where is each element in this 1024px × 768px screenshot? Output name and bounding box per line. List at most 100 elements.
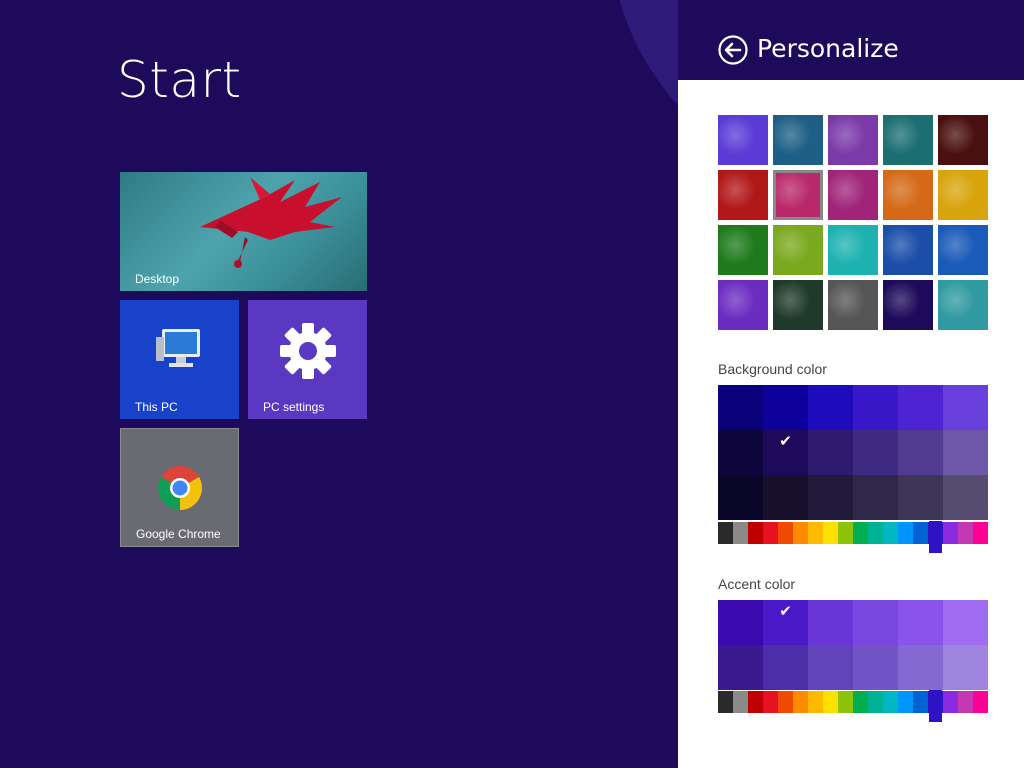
background-color-label: Background color bbox=[718, 361, 827, 377]
background-color-swatch[interactable] bbox=[943, 430, 988, 475]
background-color-swatch[interactable] bbox=[808, 385, 853, 430]
hue-segment[interactable] bbox=[838, 522, 853, 544]
hue-segment[interactable] bbox=[898, 691, 913, 713]
background-pattern-swatch[interactable] bbox=[883, 170, 933, 220]
background-pattern-swatch[interactable] bbox=[938, 280, 988, 330]
accent-color-swatch[interactable] bbox=[853, 600, 898, 645]
slider-thumb[interactable] bbox=[929, 690, 942, 722]
back-arrow-icon[interactable] bbox=[718, 35, 748, 65]
background-color-grid: ✔ bbox=[718, 385, 988, 520]
background-pattern-swatch[interactable] bbox=[718, 170, 768, 220]
background-pattern-swatch[interactable] bbox=[828, 280, 878, 330]
hue-segment[interactable] bbox=[868, 522, 883, 544]
background-pattern-swatch[interactable] bbox=[828, 115, 878, 165]
chrome-icon bbox=[158, 466, 202, 510]
accent-color-swatch[interactable] bbox=[898, 645, 943, 690]
hue-segment[interactable] bbox=[793, 691, 808, 713]
background-pattern-swatch[interactable] bbox=[773, 280, 823, 330]
background-color-swatch[interactable] bbox=[898, 430, 943, 475]
background-color-swatch[interactable] bbox=[718, 385, 763, 430]
hue-segment[interactable] bbox=[733, 522, 748, 544]
hue-segment[interactable] bbox=[868, 691, 883, 713]
hue-segment[interactable] bbox=[838, 691, 853, 713]
hue-segment[interactable] bbox=[943, 691, 958, 713]
hue-segment[interactable] bbox=[853, 522, 868, 544]
background-pattern-swatch[interactable] bbox=[773, 170, 823, 220]
hue-segment[interactable] bbox=[748, 522, 763, 544]
background-pattern-swatch[interactable] bbox=[718, 115, 768, 165]
hue-segment[interactable] bbox=[778, 691, 793, 713]
hue-segment[interactable] bbox=[883, 691, 898, 713]
background-color-slider[interactable] bbox=[718, 521, 988, 553]
accent-color-label: Accent color bbox=[718, 576, 796, 592]
this-pc-tile[interactable]: This PC bbox=[120, 300, 239, 419]
accent-color-swatch[interactable] bbox=[943, 600, 988, 645]
hue-segment[interactable] bbox=[853, 691, 868, 713]
accent-color-swatch[interactable] bbox=[763, 645, 808, 690]
background-color-swatch[interactable] bbox=[853, 475, 898, 520]
background-pattern-swatch[interactable] bbox=[883, 225, 933, 275]
background-color-swatch[interactable] bbox=[763, 475, 808, 520]
hue-segment[interactable] bbox=[733, 691, 748, 713]
background-color-swatch[interactable] bbox=[763, 430, 808, 475]
hue-segment[interactable] bbox=[973, 691, 988, 713]
accent-color-slider[interactable] bbox=[718, 690, 988, 722]
accent-color-swatch[interactable] bbox=[763, 600, 808, 645]
hue-segment[interactable] bbox=[958, 522, 973, 544]
hue-segment[interactable] bbox=[973, 522, 988, 544]
hue-segment[interactable] bbox=[898, 522, 913, 544]
hue-segment[interactable] bbox=[823, 522, 838, 544]
accent-color-swatch[interactable] bbox=[718, 645, 763, 690]
background-pattern-swatch[interactable] bbox=[938, 225, 988, 275]
accent-color-swatch[interactable] bbox=[898, 600, 943, 645]
pc-settings-tile[interactable]: PC settings bbox=[248, 300, 367, 419]
hue-segment[interactable] bbox=[943, 522, 958, 544]
hue-segment[interactable] bbox=[778, 522, 793, 544]
background-pattern-swatch[interactable] bbox=[828, 170, 878, 220]
background-decoration bbox=[610, 0, 678, 190]
background-color-swatch[interactable] bbox=[943, 385, 988, 430]
background-pattern-swatch[interactable] bbox=[828, 225, 878, 275]
panel-title: Personalize bbox=[757, 34, 899, 63]
google-chrome-tile[interactable]: Google Chrome bbox=[120, 428, 239, 547]
background-pattern-swatch[interactable] bbox=[718, 280, 768, 330]
hue-segment[interactable] bbox=[958, 691, 973, 713]
hue-segment[interactable] bbox=[808, 522, 823, 544]
background-pattern-swatch[interactable] bbox=[938, 170, 988, 220]
slider-thumb[interactable] bbox=[929, 521, 942, 553]
hue-segment[interactable] bbox=[763, 522, 778, 544]
hue-segment[interactable] bbox=[808, 691, 823, 713]
background-pattern-swatch[interactable] bbox=[883, 115, 933, 165]
background-color-swatch[interactable] bbox=[898, 385, 943, 430]
accent-color-swatch[interactable] bbox=[943, 645, 988, 690]
accent-color-swatch[interactable] bbox=[718, 600, 763, 645]
hue-segment[interactable] bbox=[793, 522, 808, 544]
background-pattern-swatch[interactable] bbox=[718, 225, 768, 275]
hue-segment[interactable] bbox=[718, 522, 733, 544]
background-pattern-swatch[interactable] bbox=[773, 115, 823, 165]
background-color-swatch[interactable] bbox=[853, 385, 898, 430]
accent-color-swatch[interactable] bbox=[808, 645, 853, 690]
hue-segment[interactable] bbox=[913, 522, 928, 544]
background-color-swatch[interactable] bbox=[718, 430, 763, 475]
hue-segment[interactable] bbox=[748, 691, 763, 713]
hue-segment[interactable] bbox=[883, 522, 898, 544]
background-color-swatch[interactable] bbox=[808, 430, 853, 475]
hue-segment[interactable] bbox=[823, 691, 838, 713]
hue-segment[interactable] bbox=[763, 691, 778, 713]
background-color-swatch[interactable] bbox=[853, 430, 898, 475]
background-pattern-swatch[interactable] bbox=[883, 280, 933, 330]
background-pattern-swatch[interactable] bbox=[938, 115, 988, 165]
hue-segment[interactable] bbox=[718, 691, 733, 713]
accent-color-swatch[interactable] bbox=[853, 645, 898, 690]
hue-segment[interactable] bbox=[913, 691, 928, 713]
background-color-swatch[interactable] bbox=[763, 385, 808, 430]
background-color-swatch[interactable] bbox=[898, 475, 943, 520]
background-color-swatch[interactable] bbox=[943, 475, 988, 520]
accent-color-swatch[interactable] bbox=[808, 600, 853, 645]
background-color-swatch[interactable] bbox=[718, 475, 763, 520]
background-color-swatch[interactable] bbox=[808, 475, 853, 520]
desktop-tile[interactable]: Desktop bbox=[120, 172, 367, 291]
personalize-panel: Personalize Background color ✔ Accent co… bbox=[678, 0, 1024, 768]
background-pattern-swatch[interactable] bbox=[773, 225, 823, 275]
